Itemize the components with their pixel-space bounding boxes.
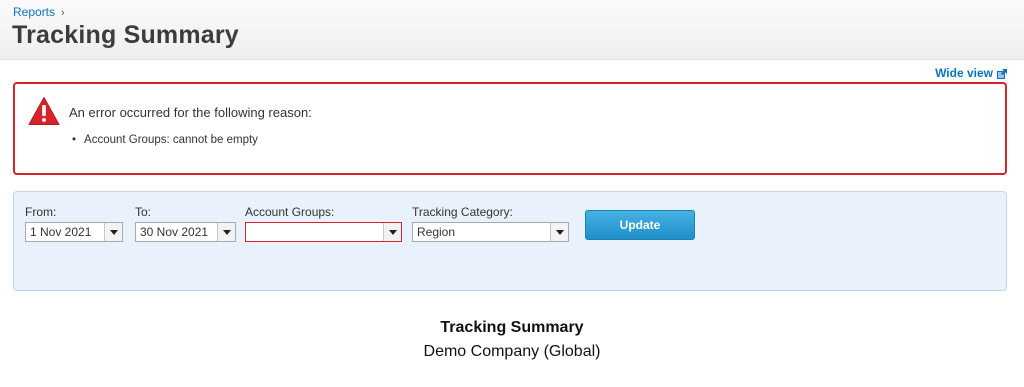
chevron-down-icon bbox=[388, 229, 397, 235]
to-dropdown-button[interactable] bbox=[217, 223, 235, 241]
tracking-category-field: Tracking Category: Region bbox=[412, 205, 569, 242]
to-label: To: bbox=[135, 205, 152, 219]
to-date-select[interactable]: 30 Nov 2021 bbox=[135, 222, 236, 242]
account-groups-dropdown-button[interactable] bbox=[383, 223, 401, 241]
from-field: From: 1 Nov 2021 bbox=[25, 205, 123, 242]
account-groups-label: Account Groups: bbox=[245, 205, 335, 219]
report-subtitle: Demo Company (Global) bbox=[423, 343, 601, 360]
report-title: Tracking Summary bbox=[440, 319, 584, 336]
from-date-select[interactable]: 1 Nov 2021 bbox=[25, 222, 123, 242]
account-groups-field: Account Groups: bbox=[245, 205, 402, 242]
error-message-box: An error occurred for the following reas… bbox=[13, 82, 1007, 175]
to-field: To: 30 Nov 2021 bbox=[135, 205, 236, 242]
tracking-category-dropdown-button[interactable] bbox=[550, 223, 568, 241]
expand-icon bbox=[997, 68, 1007, 79]
to-date-value: 30 Nov 2021 bbox=[140, 225, 209, 239]
account-groups-select[interactable] bbox=[245, 222, 402, 242]
page-title: Tracking Summary bbox=[12, 21, 239, 49]
update-button[interactable]: Update bbox=[585, 210, 695, 240]
account-groups-value bbox=[246, 223, 383, 241]
from-label: From: bbox=[25, 205, 57, 219]
page-header: Reports › Tracking Summary bbox=[0, 0, 1024, 60]
from-date-value: 1 Nov 2021 bbox=[30, 225, 92, 239]
error-list-item: Account Groups: cannot be empty bbox=[72, 134, 258, 146]
wide-view-label: Wide view bbox=[935, 66, 993, 80]
warning-icon bbox=[28, 97, 60, 125]
error-list: Account Groups: cannot be empty bbox=[72, 134, 258, 146]
tracking-category-select[interactable]: Region bbox=[412, 222, 569, 242]
wide-view-link[interactable]: Wide view bbox=[935, 66, 1008, 80]
error-title: An error occurred for the following reas… bbox=[69, 105, 312, 120]
tracking-category-value: Region bbox=[417, 225, 456, 239]
chevron-down-icon bbox=[109, 229, 118, 235]
chevron-down-icon bbox=[222, 229, 231, 235]
breadcrumb-separator: › bbox=[61, 7, 65, 19]
filter-panel: From: 1 Nov 2021 To: 30 Nov 2021 Account… bbox=[13, 191, 1007, 291]
breadcrumb-reports-link[interactable]: Reports bbox=[13, 5, 55, 19]
chevron-down-icon bbox=[555, 229, 564, 235]
breadcrumb: Reports › bbox=[13, 5, 65, 19]
tracking-category-label: Tracking Category: bbox=[412, 205, 513, 219]
from-dropdown-button[interactable] bbox=[104, 223, 122, 241]
